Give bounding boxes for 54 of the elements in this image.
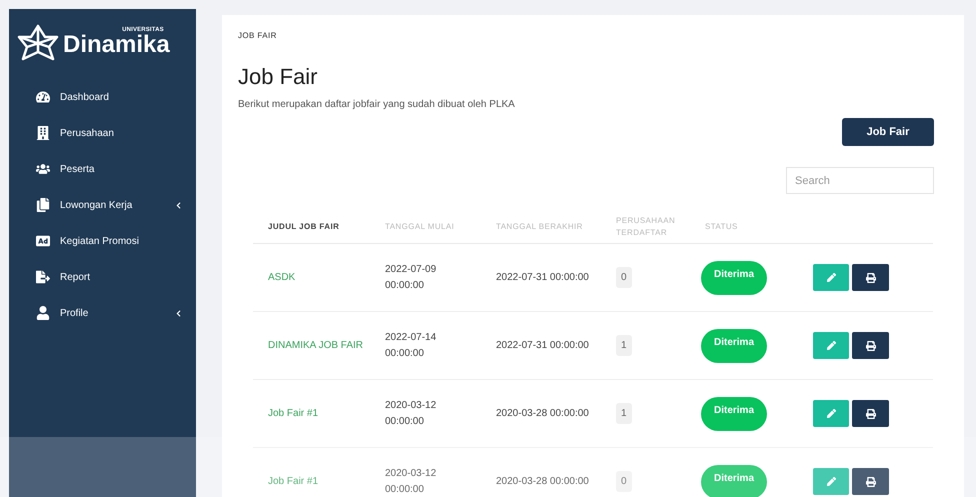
sidebar-item[interactable]: Profile [9,295,196,331]
company-count: 1 [616,403,632,424]
pencil-icon [826,273,836,282]
status-badge: Diterima [701,260,768,294]
sidebar-item[interactable]: Dashboard [9,79,196,115]
page-description: Berikut merupakan daftar jobfair yang sudah dibuat oleh PLKA [238,98,516,112]
start-date: 2022-07-09 00:00:00 [385,262,438,292]
logo-icon [17,23,59,61]
status-badge: Diterima [701,464,768,497]
ad-icon [36,234,50,248]
pencil-icon [826,477,836,486]
sidebar-item[interactable]: Kegiatan Promosi [9,223,196,259]
print-button[interactable] [852,400,889,427]
end-date: 2022-07-31 00:00:00 [496,339,590,353]
sidebar-item[interactable]: Report [9,259,196,295]
print-button[interactable] [852,264,889,291]
printer-icon [866,272,876,282]
column-header: STATUS [705,220,739,232]
documents-icon [36,198,50,212]
user-icon [36,306,50,320]
start-date: 2022-07-14 00:00:00 [385,330,438,360]
start-date: 2020-03-12 00:00:00 [385,398,438,428]
end-date: 2022-07-31 00:00:00 [496,271,590,285]
sidebar-item[interactable]: Peserta [9,151,196,187]
pencil-icon [826,341,836,350]
status-badge: Diterima [701,328,768,362]
printer-icon [866,476,876,486]
dashboard-icon [36,90,50,104]
company-count: 0 [616,267,632,288]
end-date: 2020-03-28 00:00:00 [496,475,590,489]
print-button[interactable] [852,468,889,495]
status-badge: Diterima [701,396,768,430]
column-header: JUDUL JOB FAIR [267,220,340,232]
printer-icon [866,340,876,350]
sidebar-item[interactable]: Lowongan Kerja [9,187,196,223]
column-header: PERUSAHAAN TERDAFTAR [616,214,676,238]
company-count: 0 [616,471,632,492]
users-icon [36,162,50,176]
building-icon [36,126,50,140]
pencil-icon [826,409,836,418]
column-header: TANGGAL BERAKHIR [496,220,584,232]
column-header: TANGGAL MULAI [385,220,456,232]
add-job-fair-button[interactable]: Job Fair [842,118,934,146]
end-date: 2020-03-28 00:00:00 [496,407,590,421]
page-title: Job Fair [238,63,318,91]
print-button[interactable] [852,332,889,359]
sidebar-item[interactable]: Perusahaan [9,115,196,151]
file-export-icon [36,270,50,284]
brand-name: Dinamika [63,33,170,57]
search-field[interactable]: Search [786,167,934,194]
breadcrumb: JOB FAIR [238,30,278,42]
company-count: 1 [616,335,632,356]
printer-icon [866,408,876,418]
start-date: 2020-03-12 00:00:00 [385,466,438,496]
